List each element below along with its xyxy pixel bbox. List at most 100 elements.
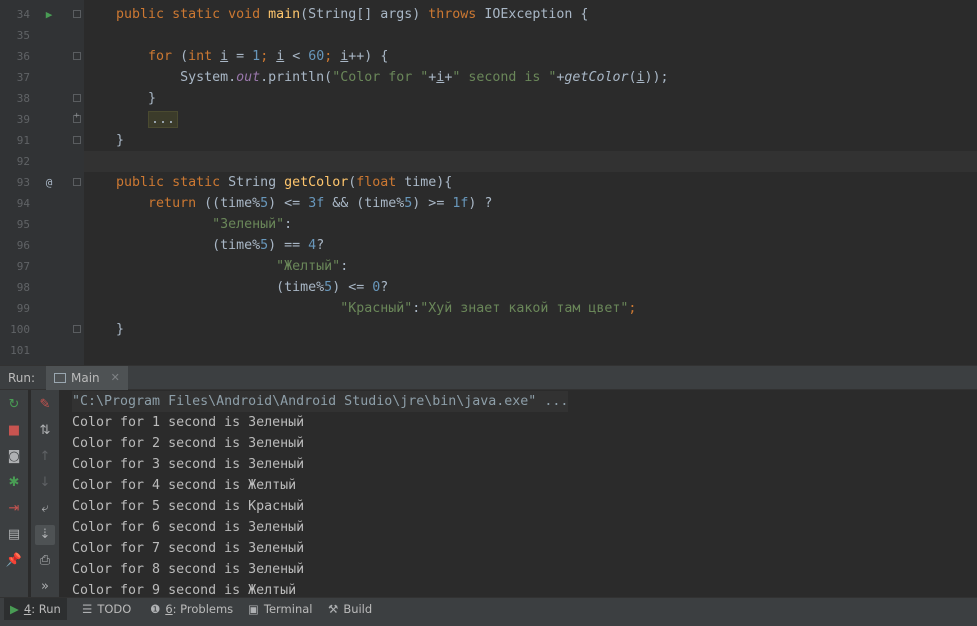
code-token: ; xyxy=(260,49,277,64)
code-line: ... xyxy=(84,109,977,130)
code-token: = xyxy=(228,49,253,64)
code-token: ) <= xyxy=(332,280,373,295)
fold-collapse-icon[interactable] xyxy=(73,52,81,60)
fold-collapse-icon[interactable] xyxy=(73,10,81,18)
tab-main[interactable]: Main ✕ xyxy=(46,366,128,390)
print-icon[interactable]: ⎙ xyxy=(35,551,55,571)
code-token: 1f xyxy=(452,196,469,211)
code-token: 5 xyxy=(260,238,269,253)
tab-terminal[interactable]: ▣ Terminal xyxy=(242,598,318,620)
line-number: 92 xyxy=(16,155,30,168)
code-token: "Красный" xyxy=(340,301,413,316)
code-token: 1 xyxy=(252,49,261,64)
console-tab-icon xyxy=(54,373,66,383)
code-token: 5 xyxy=(324,280,333,295)
code-line: "Желтый": xyxy=(84,256,977,277)
console-output-line: Color for 9 second is Желтый xyxy=(72,583,297,597)
rerun-icon[interactable]: ↻ xyxy=(4,395,24,415)
pin-icon[interactable]: 📌 xyxy=(4,551,24,571)
code-line: System.out.println("Color for "+i+" seco… xyxy=(84,67,977,88)
camera-icon[interactable]: ◙ xyxy=(4,447,24,467)
code-token: getColor xyxy=(564,70,629,85)
code-token: 4 xyxy=(308,238,317,253)
console-output-line: Color for 7 second is Зеленый xyxy=(72,541,305,556)
line-number: 100 xyxy=(10,323,30,336)
code-token: < xyxy=(284,49,309,64)
code-token: } xyxy=(84,322,125,337)
code-editor[interactable]: 34 ▶ 35 36 37 38 39 91 92 93 @94 95 96 97 98 99 100 101 p… xyxy=(0,0,977,365)
code-token: public static xyxy=(116,175,229,190)
fold-collapse-icon[interactable] xyxy=(73,136,81,144)
clear-console-icon[interactable]: ✎ xyxy=(35,395,55,415)
gutter-line: 37 xyxy=(0,67,84,88)
tab-todo[interactable]: ☰ TODO xyxy=(76,598,137,620)
code-token: i xyxy=(220,49,229,64)
gutter-line: 93 @ xyxy=(0,172,84,193)
line-number: 93 xyxy=(16,176,30,189)
line-number: 36 xyxy=(16,50,30,63)
line-number: 97 xyxy=(16,260,30,273)
tab-problems[interactable]: ❶ 6: Problems xyxy=(144,598,239,620)
line-number: 95 xyxy=(16,218,30,231)
line-number: 94 xyxy=(16,197,30,210)
tab-main-label: Main xyxy=(71,371,100,385)
layout-icon[interactable]: ▤ xyxy=(4,525,24,545)
code-token: : xyxy=(284,217,293,232)
tab-run[interactable]: ▶ 4: Run xyxy=(4,598,67,620)
tab-build[interactable]: ⚒ Build xyxy=(322,598,378,620)
run-toolwindow-header: Run: Main ✕ xyxy=(0,365,977,390)
code-token: ( xyxy=(180,49,189,64)
code-token: )); xyxy=(644,70,669,85)
line-number: 101 xyxy=(10,344,30,357)
fold-expand-icon[interactable] xyxy=(73,111,81,123)
line-number: 37 xyxy=(16,71,30,84)
fold-collapse-icon[interactable] xyxy=(73,325,81,333)
gutter-line: 95 xyxy=(0,214,84,235)
console-output-line: Color for 2 second is Зеленый xyxy=(72,436,305,451)
fold-collapse-icon[interactable] xyxy=(73,94,81,102)
console-output[interactable]: "C:\Program Files\Android\Android Studio… xyxy=(62,390,977,597)
code-token: out xyxy=(236,70,261,85)
code-line: "Красный":"Хуй знает какой там цвет"; xyxy=(84,298,977,319)
console-output-line: Color for 4 second is Желтый xyxy=(72,478,297,493)
gutter-line: 99 xyxy=(0,298,84,319)
code-token: ? xyxy=(316,238,325,253)
exit-icon[interactable]: ⇥ xyxy=(4,499,24,519)
gutter-line: 100 xyxy=(0,319,84,340)
fold-collapse-icon[interactable] xyxy=(73,178,81,186)
up-arrow-icon[interactable]: ↑ xyxy=(35,447,55,467)
sort-icon[interactable]: ⇅ xyxy=(35,421,55,441)
code-line: "Зеленый": xyxy=(84,214,977,235)
down-arrow-icon[interactable]: ↓ xyxy=(35,473,55,493)
soft-wrap-icon[interactable]: ⤶ xyxy=(35,499,55,519)
run-arrow-icon[interactable]: ▶ xyxy=(42,4,56,25)
stop-icon[interactable]: ■ xyxy=(4,421,24,441)
code-token: 3f xyxy=(308,196,333,211)
gutter-line: 98 xyxy=(0,277,84,298)
console-output-line: Color for 1 second is Зеленый xyxy=(72,415,305,430)
folded-region[interactable]: ... xyxy=(148,111,179,128)
build-hammer-icon: ⚒ xyxy=(328,602,339,616)
code-line: } xyxy=(84,88,977,109)
gutter-line: 91 xyxy=(0,130,84,151)
scroll-to-end-icon[interactable]: ⇣ xyxy=(35,525,55,545)
code-line: return ((time%5) <= 3f && (time%5) >= 1f… xyxy=(84,193,977,214)
override-at-icon[interactable]: @ xyxy=(42,172,56,193)
code-token: "Желтый" xyxy=(276,259,341,274)
more-icon[interactable]: » xyxy=(35,577,55,597)
tab-build-label: Build xyxy=(343,602,373,616)
debug-bug-icon[interactable]: ✱ xyxy=(4,473,24,493)
code-token: throws xyxy=(428,7,485,22)
code-token: ((time% xyxy=(204,196,261,211)
close-tab-icon[interactable]: ✕ xyxy=(111,366,120,390)
tab-terminal-label: Terminal xyxy=(263,602,313,616)
run-icon: ▶ xyxy=(10,602,19,616)
console-output-line: Color for 5 second is Красный xyxy=(72,499,305,514)
gutter-line: 36 xyxy=(0,46,84,67)
